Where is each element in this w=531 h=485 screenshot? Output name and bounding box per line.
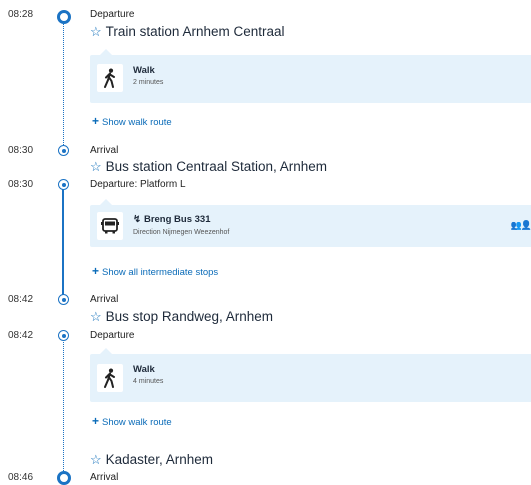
walk-card-1: Walk 2 minutes xyxy=(90,49,531,103)
arrival-label-final: Arrival xyxy=(90,472,119,483)
end-node xyxy=(57,471,71,485)
show-walk-route-link-1[interactable]: + Show walk route xyxy=(92,114,172,128)
start-node xyxy=(57,10,71,24)
stop-node xyxy=(58,145,69,156)
stop-randweg[interactable]: ☆ Bus stop Randweg, Arnhem xyxy=(90,309,273,325)
bus-icon xyxy=(97,212,123,240)
stop-node xyxy=(58,179,69,190)
stop-train-station[interactable]: ☆ Train station Arnhem Centraal xyxy=(90,24,285,40)
walk-duration: 4 minutes xyxy=(133,378,164,385)
bus-direction: Direction Nijmegen Weezenhof xyxy=(133,229,230,236)
walk-mode-title: Walk xyxy=(133,65,155,76)
walking-person-icon xyxy=(97,64,123,92)
departure-time: 08:28 xyxy=(8,9,34,20)
walk-line-1 xyxy=(63,20,64,147)
departure-label: Departure xyxy=(90,9,135,20)
walk-card-2: Walk 4 minutes xyxy=(90,348,531,402)
walking-person-icon xyxy=(97,364,123,392)
arrival-time-2: 08:42 xyxy=(8,294,34,305)
lightning-icon: ↯ xyxy=(133,214,141,225)
stop-bus-station[interactable]: ☆ Bus station Centraal Station, Arnhem xyxy=(90,159,327,175)
walk-line-2 xyxy=(63,340,64,475)
bus-title: ↯ Breng Bus 331 xyxy=(133,214,211,225)
stop-kadaster[interactable]: ☆ Kadaster, Arnhem xyxy=(90,452,213,468)
show-walk-route-link-2[interactable]: + Show walk route xyxy=(92,414,172,428)
stop-node xyxy=(58,330,69,341)
bus-line xyxy=(62,187,64,296)
star-icon[interactable]: ☆ xyxy=(90,452,102,467)
plus-icon: + xyxy=(92,114,100,128)
departure-label-3: Departure xyxy=(90,330,135,341)
arrival-time-1: 08:30 xyxy=(8,145,34,156)
star-icon[interactable]: ☆ xyxy=(90,309,102,324)
bus-card: ↯ Breng Bus 331 Direction Nijmegen Weezen… xyxy=(90,199,531,247)
stop-node xyxy=(58,294,69,305)
arrival-time-final: 08:46 xyxy=(8,472,34,483)
plus-icon: + xyxy=(92,414,100,428)
plus-icon: + xyxy=(92,264,100,278)
departure-time-3: 08:42 xyxy=(8,330,34,341)
show-intermediate-stops-link[interactable]: + Show all intermediate stops xyxy=(92,264,218,278)
walk-mode-title: Walk xyxy=(133,364,155,375)
arrival-label-2: Arrival xyxy=(90,294,119,305)
arrival-label-1: Arrival xyxy=(90,145,119,156)
crowd-people-icon[interactable]: 👥👤? xyxy=(511,220,531,231)
departure-platform-label: Departure: Platform L xyxy=(90,179,186,190)
walk-duration: 2 minutes xyxy=(133,79,164,86)
star-icon[interactable]: ☆ xyxy=(90,24,102,39)
star-icon[interactable]: ☆ xyxy=(90,159,102,174)
departure-time-2: 08:30 xyxy=(8,179,34,190)
